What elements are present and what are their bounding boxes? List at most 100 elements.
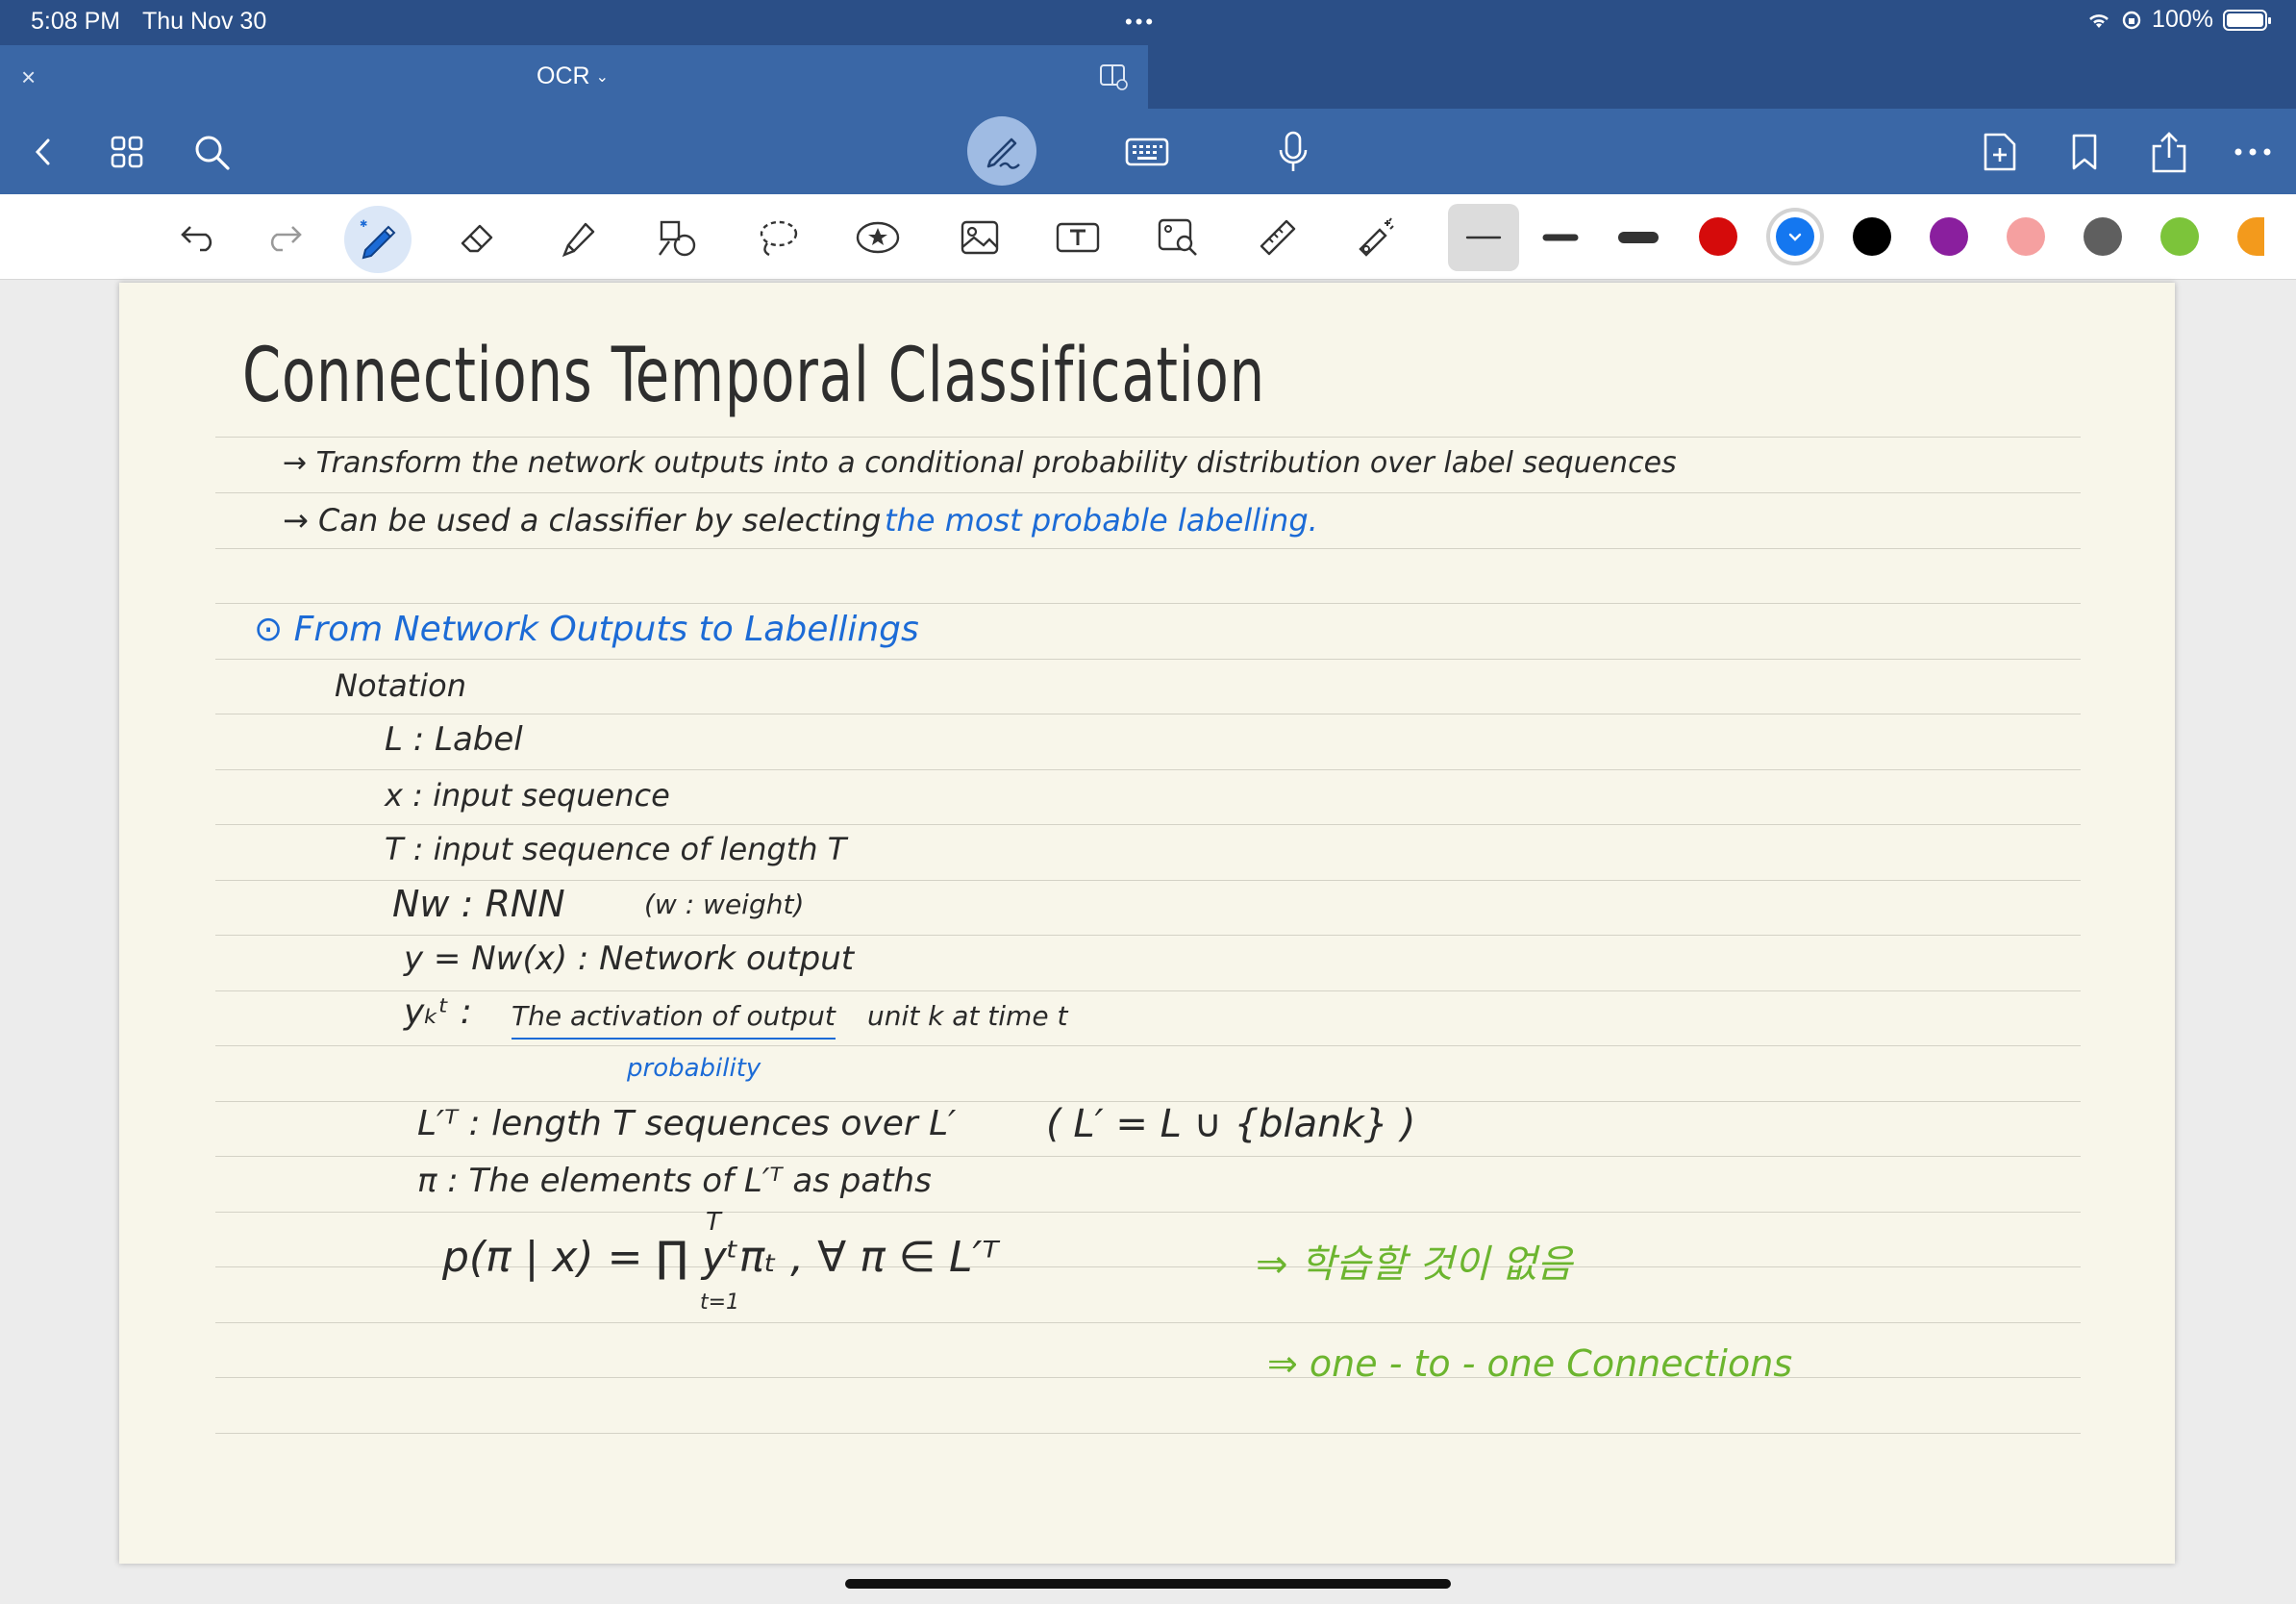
battery-percent: 100% xyxy=(2152,6,2213,33)
shapes-icon xyxy=(659,220,696,257)
ruler-icon xyxy=(1260,219,1296,256)
pen-tool[interactable]: ✱ xyxy=(344,206,412,273)
color-swatch-black[interactable] xyxy=(1853,217,1891,256)
redo-button[interactable] xyxy=(258,212,310,263)
multitasking-dots[interactable]: ••• xyxy=(1125,10,1156,35)
ruled-line xyxy=(215,1377,2081,1378)
share-icon xyxy=(2152,132,2186,173)
search-button[interactable] xyxy=(187,128,236,176)
note-one-to-one: ⇒ one - to - one Connections xyxy=(1267,1342,1793,1385)
color-swatch-purple[interactable] xyxy=(1930,217,1968,256)
image-tool[interactable] xyxy=(954,212,1006,263)
keyboard-icon xyxy=(1125,138,1169,166)
note-formula: p(π | x) = ∏ yᵗπₜ , ∀ π ∈ L′ᵀ xyxy=(442,1233,999,1282)
thick-line-icon xyxy=(1618,232,1659,243)
stroke-thick-button[interactable] xyxy=(1612,212,1664,263)
stroke-medium-button[interactable] xyxy=(1535,212,1586,263)
laser-pointer-tool[interactable] xyxy=(1350,212,1402,263)
laser-pointer-icon xyxy=(1359,217,1394,257)
note-probability-annotation: probability xyxy=(627,1054,761,1083)
color-swatch-red[interactable] xyxy=(1699,217,1737,256)
undo-button[interactable] xyxy=(173,212,225,263)
ruled-line xyxy=(215,1322,2081,1323)
ruled-line xyxy=(215,548,2081,549)
note-title: Connections Temporal Classification xyxy=(242,333,1265,419)
share-button[interactable] xyxy=(2145,128,2193,176)
image-search-icon xyxy=(1158,218,1197,256)
tab-ocr[interactable]: × OCR ⌄ xyxy=(0,45,1148,109)
bookmark-icon xyxy=(2072,134,2097,170)
grid-view-button[interactable] xyxy=(103,128,151,176)
note-page[interactable]: Connections Temporal Classification → Tr… xyxy=(119,283,2175,1564)
note-def-L: L : Label xyxy=(385,720,523,759)
note-def-N: Nw : RNN xyxy=(392,883,565,925)
note-bullet-2: → Can be used a classifier by selecting xyxy=(283,502,882,539)
note-def-pi: π : The elements of L′ᵀ as paths xyxy=(417,1162,932,1200)
image-icon xyxy=(961,220,999,255)
chevron-down-icon: ⌄ xyxy=(595,69,609,86)
search-icon xyxy=(195,136,230,170)
highlighter-tool[interactable] xyxy=(554,212,606,263)
stroke-thin-button[interactable] xyxy=(1448,204,1519,271)
color-swatch-pink[interactable] xyxy=(2007,217,2045,256)
status-right: 100% xyxy=(2086,6,2271,34)
color-swatch-gray[interactable] xyxy=(2084,217,2122,256)
note-notation: Notation xyxy=(335,667,466,704)
ruled-line xyxy=(215,437,2081,438)
ruled-line xyxy=(215,880,2081,881)
ruled-line xyxy=(215,935,2081,936)
note-def-T: T : input sequence of length T xyxy=(385,831,847,867)
split-view-icon[interactable] xyxy=(1099,62,1128,90)
home-indicator[interactable] xyxy=(845,1579,1451,1589)
ruled-line xyxy=(215,603,2081,604)
keyboard-mode-button[interactable] xyxy=(1123,128,1171,176)
elements-tool[interactable] xyxy=(852,212,904,263)
highlighter-icon xyxy=(562,222,595,258)
scan-tool[interactable] xyxy=(1152,212,1204,263)
wifi-icon xyxy=(2089,13,2109,28)
pen-tool-icon: ✱ xyxy=(360,219,396,260)
eraser-tool[interactable] xyxy=(452,212,504,263)
bookmark-button[interactable] xyxy=(2060,128,2109,176)
text-tool[interactable] xyxy=(1052,212,1104,263)
tab-bar: × OCR ⌄ xyxy=(0,45,2296,109)
ruler-tool[interactable] xyxy=(1252,212,1304,263)
undo-icon xyxy=(181,226,212,252)
ruled-line xyxy=(215,1212,2081,1213)
color-swatch-green[interactable] xyxy=(2160,217,2199,256)
tab-title[interactable]: OCR ⌄ xyxy=(537,63,609,90)
color-swatch-orange[interactable] xyxy=(2237,217,2264,256)
ruled-line xyxy=(215,990,2081,991)
sticker-icon xyxy=(856,221,900,254)
ruled-line xyxy=(215,769,2081,770)
add-page-button[interactable] xyxy=(1976,128,2024,176)
color-swatch-blue[interactable] xyxy=(1776,217,1814,256)
note-formula-lower: t=1 xyxy=(700,1291,740,1315)
lasso-tool[interactable] xyxy=(752,212,804,263)
shapes-tool[interactable] xyxy=(652,212,704,263)
note-def-yk-rest: unit k at time t xyxy=(867,1000,1068,1032)
thin-line-icon xyxy=(1465,236,1502,239)
ruled-line xyxy=(215,492,2081,493)
back-button[interactable] xyxy=(19,128,67,176)
note-def-yk-symbol: yₖᵗ : xyxy=(404,992,472,1032)
redo-icon xyxy=(270,226,302,252)
handwriting-mode-button[interactable] xyxy=(967,116,1036,186)
more-button[interactable] xyxy=(2229,128,2277,176)
note-section-heading: ⊙ From Network Outputs to Labellings xyxy=(254,610,919,649)
tab-close-icon[interactable]: × xyxy=(21,63,36,92)
microphone-icon xyxy=(1279,131,1308,171)
grid-icon xyxy=(111,136,143,168)
ruled-line xyxy=(215,659,2081,660)
tab-title-text: OCR xyxy=(537,63,590,89)
note-def-x: x : input sequence xyxy=(385,777,670,814)
svg-text:✱: ✱ xyxy=(360,219,367,230)
text-box-icon xyxy=(1056,222,1100,253)
nav-bar xyxy=(0,109,2296,194)
status-time: 5:08 PM xyxy=(31,8,121,35)
ruled-line xyxy=(215,1045,2081,1046)
tool-bar: ✱ xyxy=(0,194,2296,280)
note-bullet-1: → Transform the network outputs into a c… xyxy=(283,446,1677,480)
microphone-button[interactable] xyxy=(1269,128,1317,176)
status-date: Thu Nov 30 xyxy=(142,8,267,35)
